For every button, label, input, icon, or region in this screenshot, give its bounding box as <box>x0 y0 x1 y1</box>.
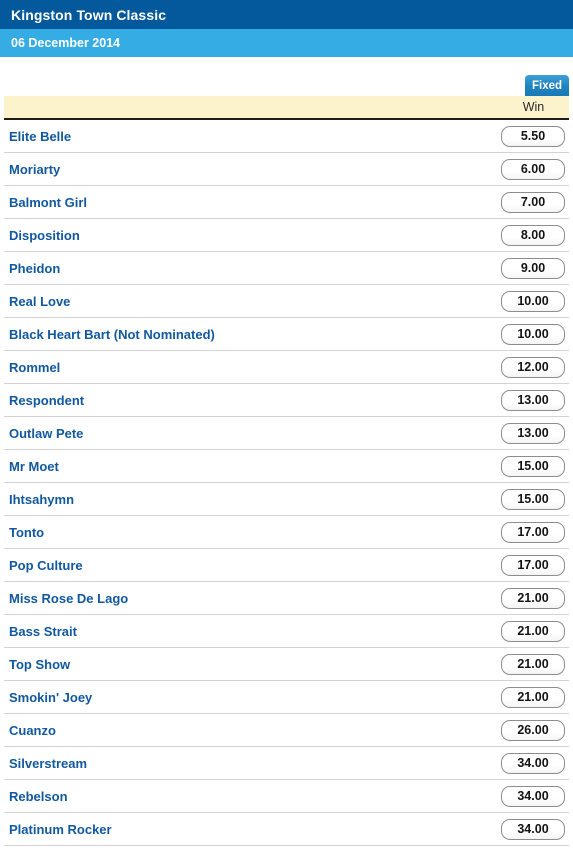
runner-list: Elite Belle 5.50 Moriarty 6.00 Balmont Girl 7… <box>4 120 569 846</box>
table-row: Top Show 21.00 <box>4 648 569 681</box>
runner-name-link[interactable]: Real Love <box>4 294 70 309</box>
runner-name-link[interactable]: Smokin' Joey <box>4 690 92 705</box>
runner-name-link[interactable]: Respondent <box>4 393 84 408</box>
page-title: Kingston Town Classic <box>11 6 167 23</box>
table-row: Rebelson 34.00 <box>4 780 569 813</box>
table-row: Tonto 17.00 <box>4 516 569 549</box>
table-row: Real Love 10.00 <box>4 285 569 318</box>
runner-name-link[interactable]: Rebelson <box>4 789 68 804</box>
runner-name-link[interactable]: Black Heart Bart (Not Nominated) <box>4 327 215 342</box>
table-row: Ihtsahymn 15.00 <box>4 483 569 516</box>
runner-name-link[interactable]: Ihtsahymn <box>4 492 74 507</box>
win-odds-cell: 9.00 <box>497 257 569 279</box>
table-row: Outlaw Pete 13.00 <box>4 417 569 450</box>
win-odds-cell: 5.50 <box>497 125 569 147</box>
runner-name-link[interactable]: Elite Belle <box>4 129 71 144</box>
win-odds-cell: 34.00 <box>497 818 569 840</box>
runner-name-link[interactable]: Balmont Girl <box>4 195 87 210</box>
table-row: Mr Moet 15.00 <box>4 450 569 483</box>
win-odds-cell: 21.00 <box>497 620 569 642</box>
win-odds-cell: 17.00 <box>497 554 569 576</box>
win-odds-button[interactable]: 21.00 <box>501 653 565 675</box>
win-odds-cell: 12.00 <box>497 356 569 378</box>
table-row: Pop Culture 17.00 <box>4 549 569 582</box>
win-odds-cell: 13.00 <box>497 389 569 411</box>
table-row: Moriarty 6.00 <box>4 153 569 186</box>
win-odds-cell: 10.00 <box>497 290 569 312</box>
win-odds-button[interactable]: 26.00 <box>501 719 565 741</box>
table-row: Respondent 13.00 <box>4 384 569 417</box>
column-header-win: Win <box>522 100 545 114</box>
win-odds-button[interactable]: 10.00 <box>501 290 565 312</box>
win-odds-button[interactable]: 17.00 <box>501 521 565 543</box>
runner-name-link[interactable]: Rommel <box>4 360 60 375</box>
win-odds-button[interactable]: 34.00 <box>501 785 565 807</box>
odds-type-tab-strip: Fixed <box>0 57 573 96</box>
table-row: Balmont Girl 7.00 <box>4 186 569 219</box>
runner-name-link[interactable]: Cuanzo <box>4 723 56 738</box>
race-odds-page: Kingston Town Classic 06 December 2014 F… <box>0 0 573 853</box>
win-odds-button[interactable]: 13.00 <box>501 389 565 411</box>
win-odds-button[interactable]: 6.00 <box>501 158 565 180</box>
win-odds-cell: 17.00 <box>497 521 569 543</box>
win-odds-button[interactable]: 21.00 <box>501 587 565 609</box>
win-odds-cell: 34.00 <box>497 752 569 774</box>
win-odds-cell: 26.00 <box>497 719 569 741</box>
runner-name-link[interactable]: Disposition <box>4 228 80 243</box>
column-header-row: Win <box>4 96 569 120</box>
win-odds-cell: 21.00 <box>497 587 569 609</box>
table-row: Miss Rose De Lago 21.00 <box>4 582 569 615</box>
runner-name-link[interactable]: Platinum Rocker <box>4 822 112 837</box>
win-odds-button[interactable]: 9.00 <box>501 257 565 279</box>
table-row: Disposition 8.00 <box>4 219 569 252</box>
win-odds-cell: 21.00 <box>497 653 569 675</box>
table-row: Smokin' Joey 21.00 <box>4 681 569 714</box>
race-title-bar: Kingston Town Classic <box>0 0 573 29</box>
table-row: Platinum Rocker 34.00 <box>4 813 569 846</box>
win-odds-button[interactable]: 5.50 <box>501 125 565 147</box>
win-odds-button[interactable]: 21.00 <box>501 686 565 708</box>
win-odds-button[interactable]: 7.00 <box>501 191 565 213</box>
race-date-bar: 06 December 2014 <box>0 29 573 57</box>
tab-fixed[interactable]: Fixed <box>525 75 569 96</box>
win-odds-cell: 6.00 <box>497 158 569 180</box>
runner-name-link[interactable]: Outlaw Pete <box>4 426 83 441</box>
win-odds-cell: 8.00 <box>497 224 569 246</box>
runner-name-link[interactable]: Pop Culture <box>4 558 83 573</box>
runner-name-link[interactable]: Moriarty <box>4 162 60 177</box>
win-odds-button[interactable]: 15.00 <box>501 488 565 510</box>
race-date: 06 December 2014 <box>11 36 121 50</box>
win-odds-cell: 13.00 <box>497 422 569 444</box>
runner-name-link[interactable]: Miss Rose De Lago <box>4 591 128 606</box>
win-odds-cell: 10.00 <box>497 323 569 345</box>
win-odds-cell: 34.00 <box>497 785 569 807</box>
runner-name-link[interactable]: Pheidon <box>4 261 60 276</box>
win-odds-button[interactable]: 21.00 <box>501 620 565 642</box>
table-row: Elite Belle 5.50 <box>4 120 569 153</box>
win-odds-button[interactable]: 34.00 <box>501 818 565 840</box>
win-odds-button[interactable]: 12.00 <box>501 356 565 378</box>
win-odds-cell: 7.00 <box>497 191 569 213</box>
runner-name-link[interactable]: Tonto <box>4 525 44 540</box>
win-odds-cell: 21.00 <box>497 686 569 708</box>
win-odds-button[interactable]: 13.00 <box>501 422 565 444</box>
table-row: Bass Strait 21.00 <box>4 615 569 648</box>
table-row: Cuanzo 26.00 <box>4 714 569 747</box>
table-row: Rommel 12.00 <box>4 351 569 384</box>
runner-name-link[interactable]: Top Show <box>4 657 70 672</box>
runner-name-link[interactable]: Silverstream <box>4 756 87 771</box>
win-odds-button[interactable]: 34.00 <box>501 752 565 774</box>
win-odds-button[interactable]: 15.00 <box>501 455 565 477</box>
win-odds-cell: 15.00 <box>497 488 569 510</box>
runner-name-link[interactable]: Mr Moet <box>4 459 59 474</box>
table-row: Silverstream 34.00 <box>4 747 569 780</box>
win-odds-button[interactable]: 17.00 <box>501 554 565 576</box>
win-odds-cell: 15.00 <box>497 455 569 477</box>
table-row: Pheidon 9.00 <box>4 252 569 285</box>
win-odds-button[interactable]: 8.00 <box>501 224 565 246</box>
win-odds-button[interactable]: 10.00 <box>501 323 565 345</box>
runner-name-link[interactable]: Bass Strait <box>4 624 77 639</box>
table-row: Black Heart Bart (Not Nominated) 10.00 <box>4 318 569 351</box>
